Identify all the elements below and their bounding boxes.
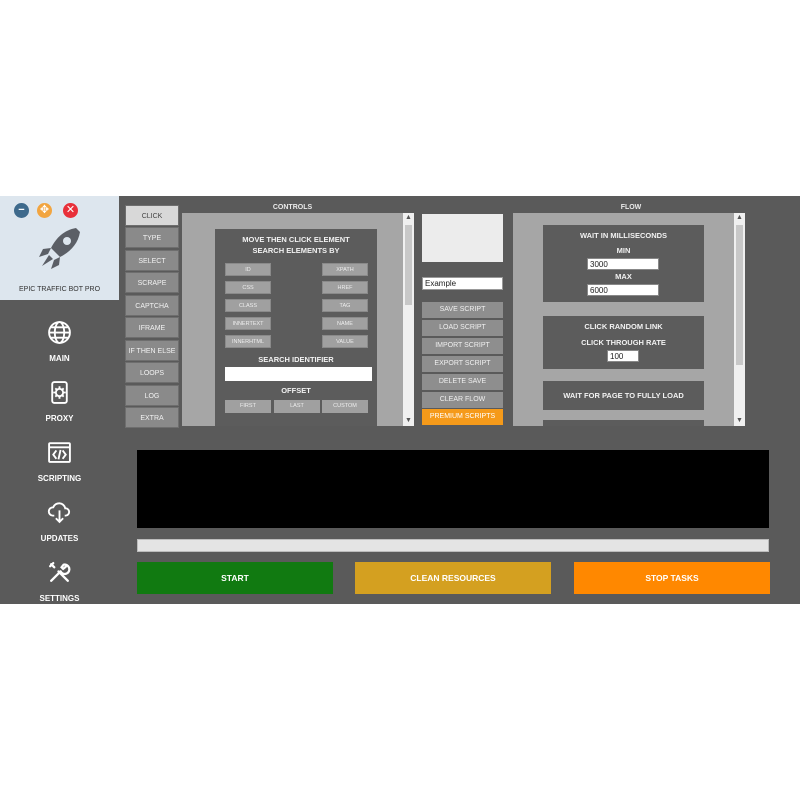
load-script-button[interactable]: LOAD SCRIPT: [422, 320, 503, 336]
scroll-up-icon[interactable]: ▲: [403, 213, 414, 223]
flow-title: FLOW: [620, 204, 642, 211]
proxy-gear-icon: [51, 381, 68, 404]
minimize-button[interactable]: −: [14, 203, 29, 218]
search-by-class-button[interactable]: CLASS: [225, 299, 271, 312]
wait-title: WAIT IN MILLISECONDS: [579, 231, 668, 240]
search-by-name-button[interactable]: NAME: [322, 317, 368, 330]
save-script-button[interactable]: SAVE SCRIPT: [422, 302, 503, 318]
app-title: EPIC TRAFFIC BOT PRO: [18, 286, 101, 293]
move-icon: ✥: [39, 204, 50, 216]
close-icon: ✕: [65, 204, 76, 216]
flow-step-wait[interactable]: WAIT IN MILLISECONDS MIN 3000 MAX 6000: [543, 225, 704, 302]
tab-iframe[interactable]: IFRAME: [125, 317, 179, 338]
log-console: [137, 450, 769, 528]
scroll-up-icon[interactable]: ▲: [734, 213, 745, 223]
start-button[interactable]: START: [137, 562, 333, 594]
scroll-thumb[interactable]: [736, 225, 743, 365]
scroll-down-icon[interactable]: ▼: [403, 416, 414, 426]
globe-icon: [48, 321, 71, 344]
move-button[interactable]: ✥: [37, 203, 52, 218]
sidebar-item-label: SCRIPTING: [37, 474, 82, 483]
tab-extra[interactable]: EXTRA: [125, 407, 179, 428]
tab-scrape[interactable]: SCRAPE: [125, 272, 179, 293]
tab-click[interactable]: CLICK: [125, 205, 179, 226]
wait-min-input[interactable]: 3000: [587, 258, 659, 270]
ctr-label: CLICK THROUGH RATE: [581, 338, 666, 347]
script-name-field[interactable]: Example: [422, 277, 503, 290]
search-by-innerhtml-button[interactable]: INNERHTML: [225, 335, 271, 348]
app-window: − ✥ ✕ EPIC TRAFFIC BOT PRO MAIN PROXY SC…: [0, 196, 800, 604]
controls-title: CONTROLS: [272, 204, 313, 211]
sidebar-item-label: UPDATES: [40, 534, 79, 543]
tab-type[interactable]: TYPE: [125, 227, 179, 248]
scroll-thumb[interactable]: [405, 225, 412, 305]
search-by-heading: SEARCH ELEMENTS BY: [252, 246, 340, 255]
flow-step-random-link[interactable]: CLICK RANDOM LINK CLICK THROUGH RATE 100: [543, 316, 704, 369]
rocket-icon: [39, 228, 80, 269]
offset-last-button[interactable]: LAST: [274, 400, 320, 413]
offset-first-button[interactable]: FIRST: [225, 400, 271, 413]
click-element-card: MOVE THEN CLICK ELEMENT SEARCH ELEMENTS …: [215, 229, 377, 426]
close-button[interactable]: ✕: [63, 203, 78, 218]
random-link-title: CLICK RANDOM LINK: [584, 322, 663, 331]
click-heading: MOVE THEN CLICK ELEMENT: [242, 235, 350, 244]
tab-captcha[interactable]: CAPTCHA: [125, 295, 179, 316]
stop-tasks-button[interactable]: STOP TASKS: [574, 562, 770, 594]
ctr-input[interactable]: 100: [607, 350, 639, 362]
wait-min-label: MIN: [616, 246, 631, 255]
search-by-xpath-button[interactable]: XPATH: [322, 263, 368, 276]
sidebar-item-label: PROXY: [45, 414, 74, 423]
search-identifier-input[interactable]: [225, 367, 372, 381]
search-by-tag-button[interactable]: TAG: [322, 299, 368, 312]
brand-panel: − ✥ ✕ EPIC TRAFFIC BOT PRO: [0, 196, 119, 300]
sidebar-item-settings[interactable]: SETTINGS: [0, 560, 119, 616]
premium-scripts-button[interactable]: PREMIUM SCRIPTS: [422, 409, 503, 425]
search-by-href-button[interactable]: HREF: [322, 281, 368, 294]
import-script-button[interactable]: IMPORT SCRIPT: [422, 338, 503, 354]
script-preview: [422, 214, 503, 262]
flow-step-page-load[interactable]: WAIT FOR PAGE TO FULLY LOAD: [543, 381, 704, 410]
search-by-innertext-button[interactable]: INNERTEXT: [225, 317, 271, 330]
offset-custom-button[interactable]: CUSTOM: [322, 400, 368, 413]
flow-panel: WAIT IN MILLISECONDS MIN 3000 MAX 6000 C…: [513, 213, 734, 426]
sidebar-item-label: SETTINGS: [39, 594, 80, 603]
search-by-css-button[interactable]: CSS: [225, 281, 271, 294]
flow-step-next[interactable]: [543, 420, 704, 426]
code-icon: [48, 442, 71, 463]
tab-loops[interactable]: LOOPS: [125, 362, 179, 383]
page-load-title: WAIT FOR PAGE TO FULLY LOAD: [563, 391, 684, 400]
clear-flow-button[interactable]: CLEAR FLOW: [422, 392, 503, 408]
search-identifier-label: SEARCH IDENTIFIER: [258, 355, 334, 364]
sidebar-item-label: MAIN: [49, 354, 70, 363]
flow-scrollbar[interactable]: ▲ ▼: [734, 213, 745, 426]
search-by-value-button[interactable]: VALUE: [322, 335, 368, 348]
sidebar-item-updates[interactable]: UPDATES: [0, 500, 119, 556]
tab-if-then-else[interactable]: IF THEN ELSE: [125, 340, 179, 361]
sidebar-item-proxy[interactable]: PROXY: [0, 380, 119, 436]
tools-icon: [48, 561, 71, 582]
scroll-down-icon[interactable]: ▼: [734, 416, 745, 426]
offset-label: OFFSET: [281, 386, 311, 395]
search-by-id-button[interactable]: ID: [225, 263, 271, 276]
tab-select[interactable]: SELECT: [125, 250, 179, 271]
wait-max-label: MAX: [615, 272, 632, 281]
cloud-download-icon: [47, 502, 71, 524]
export-script-button[interactable]: EXPORT SCRIPT: [422, 356, 503, 372]
controls-panel: MOVE THEN CLICK ELEMENT SEARCH ELEMENTS …: [182, 213, 403, 426]
tab-log[interactable]: LOG: [125, 385, 179, 406]
clean-resources-button[interactable]: CLEAN RESOURCES: [355, 562, 551, 594]
controls-scrollbar[interactable]: ▲ ▼: [403, 213, 414, 426]
minimize-icon: −: [18, 204, 25, 216]
wait-max-input[interactable]: 6000: [587, 284, 659, 296]
sidebar-item-main[interactable]: MAIN: [0, 320, 119, 376]
delete-save-button[interactable]: DELETE SAVE: [422, 374, 503, 390]
progress-bar: [137, 539, 769, 552]
sidebar-item-scripting[interactable]: SCRIPTING: [0, 440, 119, 496]
